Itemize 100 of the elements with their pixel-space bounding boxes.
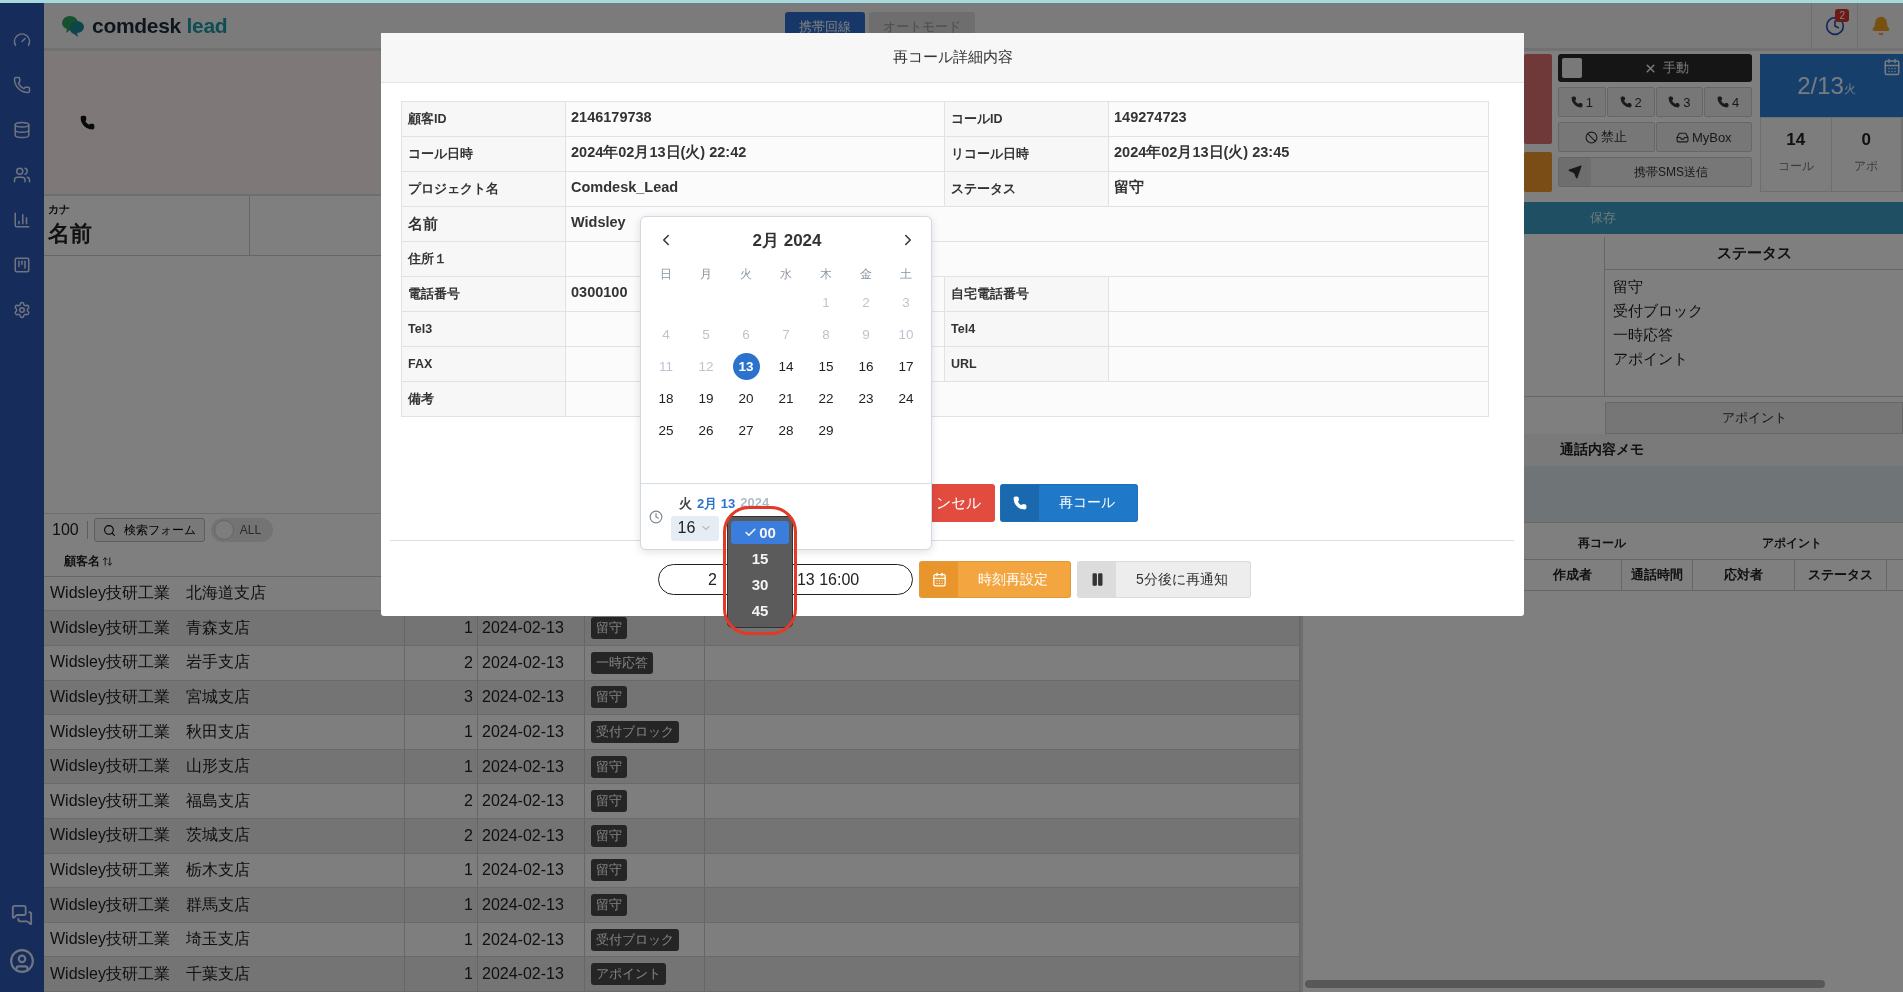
calendar-day[interactable]: 29 [812,416,840,444]
calendar-day[interactable]: 27 [732,416,760,444]
column-header: 応対者 [1693,560,1795,590]
gauge-icon[interactable] [13,31,31,49]
date-cell: 2024-02-13 [478,819,585,853]
checkbox[interactable] [1562,58,1582,78]
field-label: 名前 [401,206,566,242]
hour-select[interactable]: 16 [671,515,719,541]
count-cell: 1 [405,922,478,957]
status-tag: 留守 [591,755,627,778]
users-icon[interactable] [13,166,31,184]
customer-name-cell: Widsley技研工業 山形支店 [44,749,405,784]
sort-icon[interactable] [102,555,113,567]
phone-icon[interactable] [80,115,95,130]
count-cell: 1 [405,749,478,784]
page-size[interactable]: 100 [52,521,88,540]
minute-option[interactable]: 00 [731,521,789,544]
calendar-day[interactable]: 14 [772,352,800,380]
database-icon[interactable] [13,121,31,139]
help-chat-icon[interactable] [11,904,33,926]
search-form-button[interactable]: 検索フォーム [93,518,205,543]
field-value: 149274723 [1114,109,1187,125]
count-cell: 1 [405,853,478,888]
customer-name-cell: Widsley技研工業 栃木支店 [44,853,405,888]
status-option[interactable]: アポイント [1613,347,1895,371]
bell-icon[interactable] [1870,15,1891,36]
phone-icon [1619,96,1632,108]
field-label: 備考 [401,381,566,417]
field-label: リコール日時 [944,136,1109,172]
sms-button[interactable]: 携帯SMS送信 [1558,157,1752,187]
history-tab[interactable]: アポイント [1680,534,1903,552]
field-value: Comdesk_Lead [571,179,679,195]
minute-option[interactable]: 30 [731,573,789,596]
appointment-button[interactable]: アポイント [1605,402,1903,434]
mode-label: 手動 [1663,59,1689,77]
block-button[interactable]: 禁止 [1558,122,1655,152]
ban-icon [1585,130,1599,144]
calendar-day[interactable]: 19 [692,384,720,412]
date-text: 2/13 [1797,71,1844,100]
status-option[interactable]: 一時応答 [1613,323,1895,347]
calendar-day[interactable]: 13 [732,352,760,380]
calendar-day[interactable]: 25 [652,416,680,444]
status-option[interactable]: 受付ブロック [1613,299,1895,323]
calendar-day[interactable]: 17 [892,352,920,380]
date-cell: 2024-02-13 [478,646,585,680]
line-button[interactable]: 1 [1558,87,1606,117]
mode-bar[interactable]: 手動 [1558,54,1752,82]
board-icon[interactable] [13,256,31,274]
settings-icon[interactable] [13,301,31,319]
all-toggle[interactable]: ALL [210,518,273,543]
status-tag: 留守 [591,859,627,882]
logo-text: comdesk lead [92,13,228,38]
field-label: 住所１ [401,241,566,277]
calendar-day[interactable]: 28 [772,416,800,444]
notification-badge: 2 [1835,9,1849,22]
calendar-day[interactable]: 18 [652,384,680,412]
status-tag: 受付ブロック [591,721,679,744]
field-label: コール日時 [401,136,566,172]
date-cell: 2024-02-13 [478,853,585,888]
close-icon [1644,61,1657,75]
clock-icon [649,509,663,524]
column-header[interactable]: 顧客名 [64,552,100,570]
line-button[interactable]: 4 [1704,87,1752,117]
name-label: 名前 [48,220,93,248]
bar-chart-icon[interactable] [13,211,31,229]
calendar-day[interactable]: 22 [812,384,840,412]
calendar-day[interactable]: 21 [772,384,800,412]
pause-icon [1089,572,1105,587]
count-cell: 1 [405,888,478,922]
status-tag: アポイント [591,963,666,986]
calendar-day[interactable]: 26 [692,416,720,444]
calendar-icon [931,572,947,587]
phone-icon [1668,96,1681,108]
calendar-day[interactable]: 16 [852,352,880,380]
calendar-day[interactable]: 23 [852,384,880,412]
history-tab[interactable]: 再コール [1524,534,1681,552]
weekday-label: 木 [819,266,833,283]
search-icon [102,523,116,537]
minute-option[interactable]: 45 [731,599,789,622]
minute-option[interactable]: 15 [731,547,789,570]
status-tag: 留守 [591,686,627,709]
calendar-icon[interactable] [1883,58,1901,76]
calendar-day[interactable]: 20 [732,384,760,412]
line-button[interactable]: 2 [1606,87,1655,117]
recall-button[interactable]: 再コール [1000,484,1138,522]
mybox-button[interactable]: MyBox [1655,122,1752,152]
stat-label: アポ [1854,158,1879,175]
status-header: ステータス [1605,237,1903,270]
field-value: 2024年02月13日(火) 23:45 [1114,143,1290,160]
status-option[interactable]: 留守 [1613,275,1895,299]
snooze-button[interactable]: 5分後に再通知 [1077,561,1251,598]
line-button[interactable]: 3 [1655,87,1704,117]
status-tag: 留守 [591,894,627,916]
calendar-day[interactable]: 24 [892,384,920,412]
phone-icon [1717,96,1729,108]
count-cell: 2 [405,646,478,680]
scrollbar[interactable] [1305,980,1825,988]
calendar-day[interactable]: 15 [812,352,840,380]
user-avatar-icon[interactable] [9,948,35,974]
customer-name-cell: Widsley技研工業 埼玉支店 [44,922,405,957]
